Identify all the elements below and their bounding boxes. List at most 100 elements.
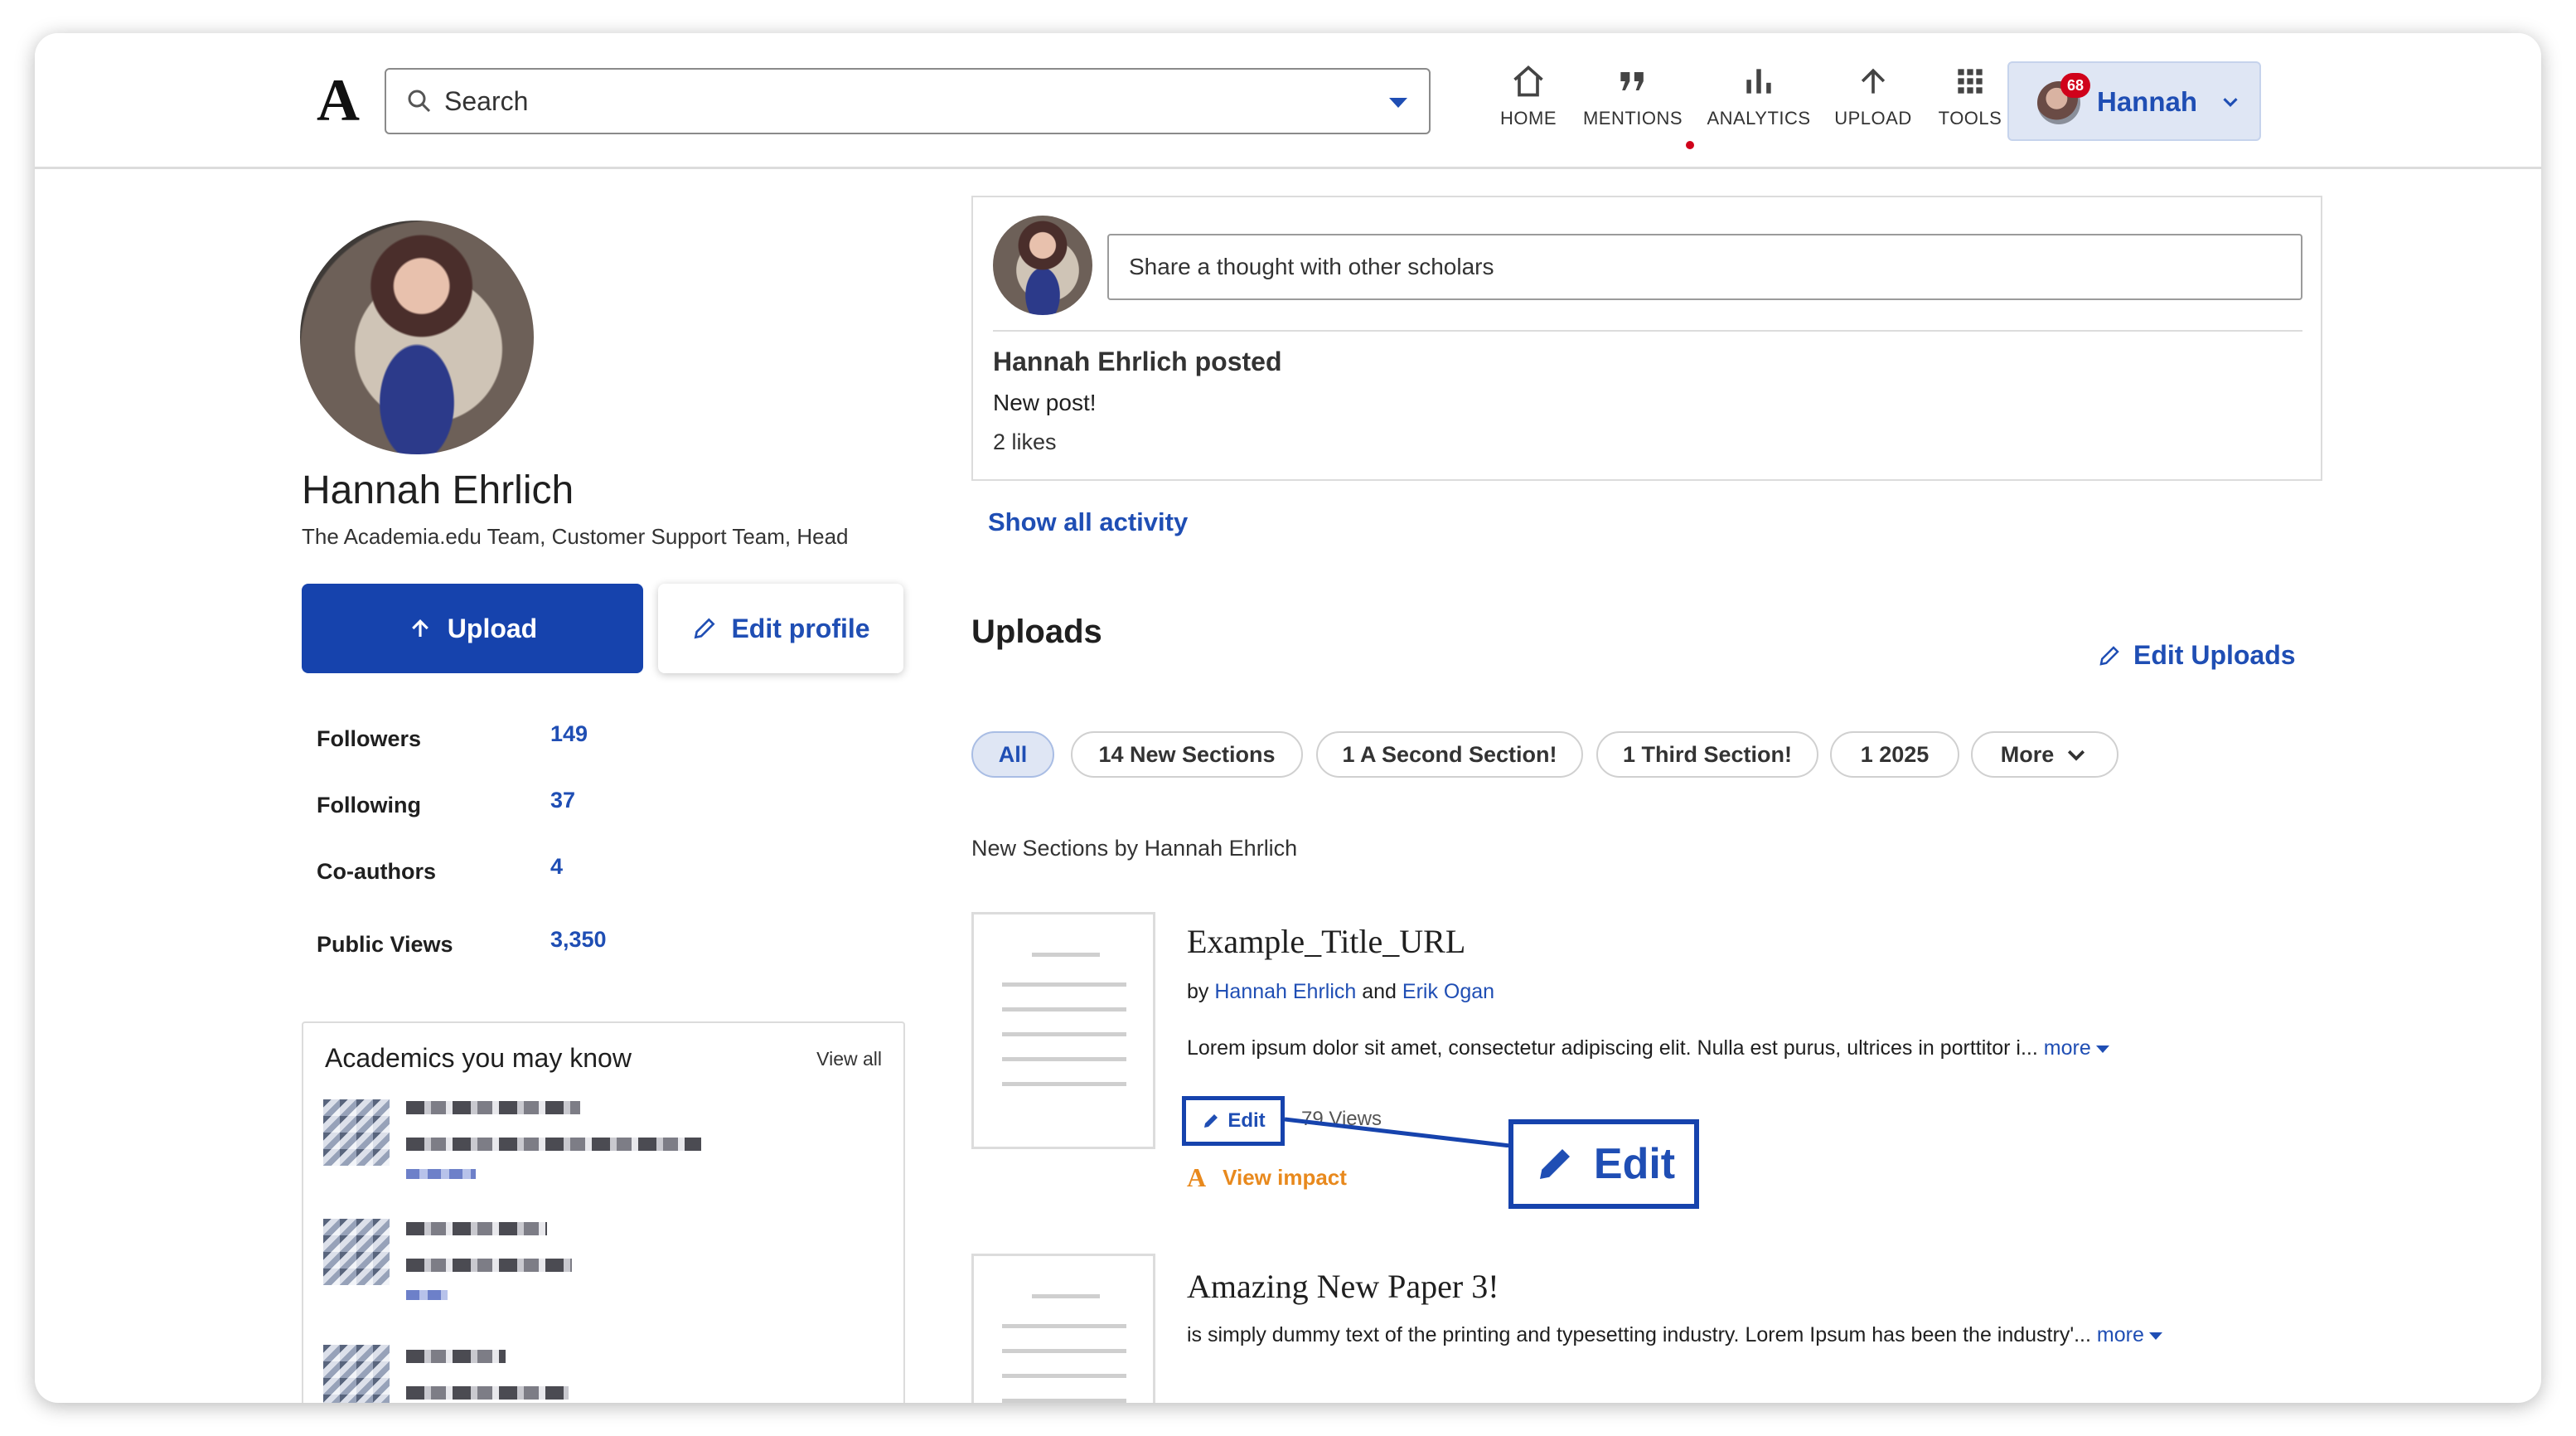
- nav-label: HOME: [1500, 108, 1557, 129]
- nav-label: MENTIONS: [1582, 108, 1683, 129]
- more-link[interactable]: more: [2044, 1036, 2091, 1060]
- list-item: [406, 1259, 572, 1272]
- profile-photo[interactable]: [300, 221, 534, 454]
- paper-abstract: is simply dummy text of the printing and…: [1187, 1323, 2162, 1347]
- avatar[interactable]: [323, 1345, 390, 1403]
- profile-affiliation: The Academia.edu Team, Customer Support …: [302, 524, 849, 549]
- filter-chip-new-sections[interactable]: 14 New Sections: [1071, 731, 1303, 778]
- edit-label: Edit: [1227, 1109, 1266, 1132]
- divider: [993, 330, 2302, 332]
- home-icon: [1513, 65, 1543, 97]
- academia-logo[interactable]: A: [317, 66, 360, 135]
- view-impact-label: View impact: [1223, 1165, 1347, 1190]
- academia-logo-icon: A: [1187, 1162, 1207, 1192]
- post-byline: Hannah Ehrlich posted: [993, 347, 1282, 376]
- stat-followers-label: Followers: [317, 726, 422, 751]
- search-input[interactable]: Search: [385, 68, 1431, 134]
- by-label: by: [1187, 980, 1209, 1003]
- chevron-down-icon: [2068, 750, 2085, 761]
- pencil-icon: [695, 618, 715, 639]
- quote-icon: [1620, 72, 1644, 90]
- edit-profile-button[interactable]: Edit profile: [658, 584, 903, 673]
- list-item[interactable]: [406, 1101, 580, 1114]
- profile-name: Hannah Ehrlich: [302, 468, 574, 512]
- and-label: and: [1362, 980, 1397, 1003]
- upload-button[interactable]: Upload: [302, 584, 643, 673]
- filter-chip-third-section[interactable]: 1 Third Section!: [1596, 731, 1818, 778]
- search-icon: [408, 90, 431, 113]
- edit-callout-magnified: Edit: [1508, 1119, 1699, 1209]
- list-item[interactable]: [406, 1222, 547, 1235]
- stat-views-value[interactable]: 3,350: [550, 927, 607, 953]
- user-name: Hannah: [2097, 86, 2198, 117]
- view-all-link[interactable]: View all: [816, 1048, 882, 1070]
- author-link[interactable]: Erik Ogan: [1402, 980, 1494, 1003]
- uploads-heading: Uploads: [971, 614, 1102, 650]
- abstract-text: is simply dummy text of the printing and…: [1187, 1323, 2091, 1346]
- callout-label: Edit: [1593, 1140, 1676, 1188]
- unread-dot: [1686, 141, 1694, 149]
- stat-followers-value[interactable]: 149: [550, 721, 588, 747]
- stat-coauthors-value[interactable]: 4: [550, 854, 563, 880]
- edit-paper-button[interactable]: Edit: [1182, 1096, 1285, 1146]
- list-item: [406, 1138, 701, 1151]
- paper-title[interactable]: Amazing New Paper 3!: [1187, 1267, 1499, 1306]
- nav-label: UPLOAD: [1834, 108, 1912, 129]
- stat-following-value[interactable]: 37: [550, 788, 575, 813]
- nav-label: ANALYTICS: [1707, 108, 1811, 129]
- pencil-icon: [2099, 645, 2119, 666]
- more-link[interactable]: more: [2097, 1323, 2144, 1346]
- search-placeholder: Search: [444, 86, 529, 116]
- paper-authors: by Hannah Ehrlich and Erik Ogan: [1187, 980, 1494, 1004]
- nav-home[interactable]: HOME: [1494, 63, 1563, 129]
- share-thought-input[interactable]: Share a thought with other scholars: [1107, 234, 2302, 300]
- nav-label: TOOLS: [1938, 108, 2002, 129]
- chevron-down-icon[interactable]: [1389, 98, 1407, 108]
- filter-chip-all[interactable]: All: [971, 731, 1054, 778]
- paper-title[interactable]: Example_Title_URL: [1187, 922, 1465, 961]
- user-menu-button[interactable]: 68 Hannah: [2007, 61, 2261, 141]
- chevron-down-icon: [2223, 98, 2238, 107]
- nav-upload[interactable]: UPLOAD: [1832, 63, 1915, 129]
- upload-label: Upload: [447, 613, 538, 643]
- card-title: Academics you may know: [325, 1043, 632, 1073]
- caret-down-icon[interactable]: [2148, 1332, 2162, 1340]
- activity-composer-card: Share a thought with other scholars Hann…: [971, 196, 2322, 481]
- avatar: [993, 216, 1092, 315]
- nav-mentions[interactable]: MENTIONS: [1576, 63, 1694, 149]
- callout-connector: [1285, 1117, 1510, 1147]
- section-heading: New Sections by Hannah Ehrlich: [971, 836, 1298, 861]
- edit-uploads-button[interactable]: Edit Uploads: [2097, 640, 2296, 671]
- list-item: [406, 1386, 569, 1400]
- notification-badge: 68: [2060, 73, 2090, 98]
- avatar[interactable]: [323, 1099, 390, 1166]
- list-item: [406, 1169, 476, 1179]
- stat-coauthors-label: Co-authors: [317, 859, 436, 884]
- caret-down-icon[interactable]: [2095, 1045, 2109, 1053]
- edit-uploads-label: Edit Uploads: [2133, 640, 2296, 670]
- list-item[interactable]: [406, 1350, 506, 1363]
- grid-icon: [1958, 69, 1983, 94]
- stat-following-label: Following: [317, 793, 421, 817]
- abstract-text: Lorem ipsum dolor sit amet, consectetur …: [1187, 1036, 2038, 1060]
- avatar[interactable]: [323, 1219, 390, 1285]
- post-likes[interactable]: 2 likes: [993, 429, 1057, 455]
- top-navigation-bar: A Search HOME MENTIONS ANALYTICS UPLOAD …: [35, 33, 2541, 169]
- bar-chart-icon: [1746, 69, 1771, 94]
- show-all-activity-link[interactable]: Show all activity: [988, 507, 1188, 537]
- post-text: New post!: [993, 390, 1097, 415]
- pencil-icon: [1539, 1149, 1570, 1179]
- view-impact-link[interactable]: A View impact: [1187, 1162, 1347, 1193]
- browser-frame: A Search HOME MENTIONS ANALYTICS UPLOAD …: [35, 33, 2541, 1403]
- filter-chip-2025[interactable]: 1 2025: [1830, 731, 1959, 778]
- paper-thumbnail[interactable]: [971, 1254, 1155, 1403]
- nav-analytics[interactable]: ANALYTICS: [1704, 63, 1813, 129]
- author-link[interactable]: Hannah Ehrlich: [1214, 980, 1356, 1003]
- filter-chip-more[interactable]: More: [1971, 731, 2118, 778]
- arrow-up-icon: [1861, 68, 1886, 94]
- edit-profile-label: Edit profile: [731, 613, 870, 643]
- stat-views-label: Public Views: [317, 932, 453, 957]
- nav-tools[interactable]: TOOLS: [1933, 63, 2007, 129]
- filter-chip-second-section[interactable]: 1 A Second Section!: [1316, 731, 1583, 778]
- paper-thumbnail[interactable]: [971, 912, 1155, 1149]
